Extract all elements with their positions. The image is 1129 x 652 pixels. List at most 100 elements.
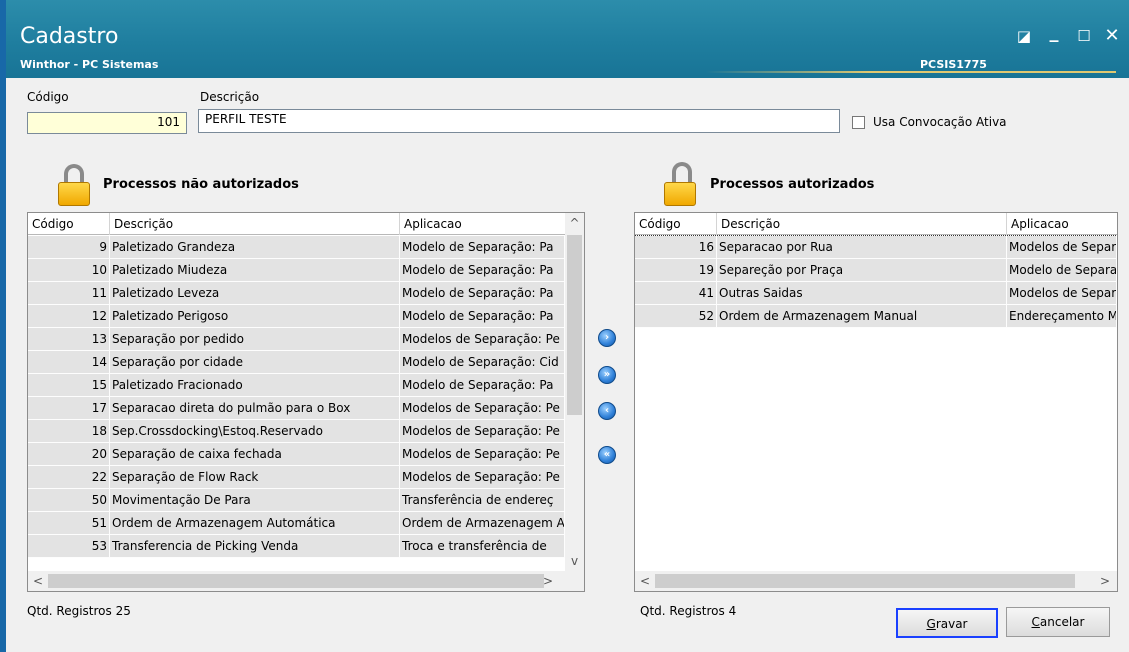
col-codigo[interactable]: Código [28, 213, 110, 235]
cell-desc: Transferencia de Picking Venda [110, 535, 400, 557]
table-row[interactable]: 50 Movimentação De Para Transferência de e… [28, 489, 565, 512]
cell-code: 52 [635, 305, 717, 327]
cell-code: 9 [28, 236, 110, 258]
cell-code: 15 [28, 374, 110, 396]
col-descricao[interactable]: Descrição [717, 213, 1007, 235]
lock-closed-icon [56, 162, 92, 208]
program-code: PCSIS1775 [920, 58, 987, 71]
cell-app: Modelo de Separação: Pa [400, 305, 565, 327]
cell-desc: Movimentação De Para [110, 489, 400, 511]
col-codigo[interactable]: Código [635, 213, 717, 235]
col-aplicacao[interactable]: Aplicacao [400, 213, 565, 235]
right-horizontal-scrollbar[interactable]: < > [635, 571, 1117, 591]
codigo-field[interactable]: 101 [27, 112, 187, 134]
cell-app: Modelo de Separação: Pa [400, 259, 565, 281]
scroll-down-icon[interactable]: v [565, 553, 584, 569]
left-grid-header: Código Descrição Aplicacao [28, 213, 565, 235]
cell-code: 13 [28, 328, 110, 350]
table-row[interactable]: 53 Transferencia de Picking Venda Troca e … [28, 535, 565, 558]
scroll-left-icon[interactable]: < [30, 573, 46, 589]
cell-desc: Separação por cidade [110, 351, 400, 373]
cell-code: 10 [28, 259, 110, 281]
table-row[interactable]: 10 Paletizado Miudeza Modelo de Separação:… [28, 259, 565, 282]
cell-app: Modelos de Separa [1007, 282, 1117, 304]
cell-desc: Paletizado Grandeza [110, 236, 400, 258]
table-row[interactable]: 20 Separação de caixa fechada Modelos de S… [28, 443, 565, 466]
cancelar-label: ancelar [1039, 615, 1085, 629]
cell-app: Modelo de Separação: Pa [400, 374, 565, 396]
cell-desc: Separação por pedido [110, 328, 400, 350]
left-grid[interactable]: Código Descrição Aplicacao 9 Paletizado G… [27, 212, 585, 592]
maximize-icon[interactable]: ☐ [1072, 24, 1096, 48]
cell-desc: Separeção por Praça [717, 259, 1007, 281]
scroll-left-icon[interactable]: < [637, 573, 653, 589]
right-section-title: Processos autorizados [710, 177, 875, 192]
gravar-button[interactable]: Gravar [896, 608, 998, 638]
cell-code: 14 [28, 351, 110, 373]
cell-code: 11 [28, 282, 110, 304]
left-vertical-scrollbar[interactable]: ^ v [565, 213, 584, 571]
usa-convocacao-label: Usa Convocação Ativa [873, 115, 1007, 129]
cell-app: Modelos de Separação: Pe [400, 420, 565, 442]
gravar-mnemonic: G [926, 617, 936, 631]
window-left-border [0, 0, 6, 652]
cell-code: 51 [28, 512, 110, 534]
table-row[interactable]: 17 Separacao direta do pulmão para o Box M… [28, 397, 565, 420]
move-all-right-button[interactable]: » [596, 364, 618, 386]
cancelar-button[interactable]: Cancelar [1006, 607, 1110, 637]
minimize-icon[interactable]: _ [1042, 24, 1066, 48]
cell-desc: Separacao por Rua [717, 236, 1007, 258]
scroll-right-icon[interactable]: > [1097, 573, 1113, 589]
table-row[interactable]: 11 Paletizado Leveza Modelo de Separação: … [28, 282, 565, 305]
move-left-button[interactable]: ‹ [596, 400, 618, 422]
descricao-field[interactable]: PERFIL TESTE [198, 109, 840, 133]
right-grid[interactable]: Código Descrição Aplicacao 16 Separacao p… [634, 212, 1118, 592]
left-horizontal-scroll-thumb[interactable] [48, 574, 544, 588]
table-row[interactable]: 51 Ordem de Armazenagem Automática Ordem d… [28, 512, 565, 535]
restore-icon[interactable]: ◪ [1012, 24, 1036, 48]
cell-code: 12 [28, 305, 110, 327]
table-row[interactable]: 22 Separação de Flow Rack Modelos de Separ… [28, 466, 565, 489]
table-row[interactable]: 16 Separacao por Rua Modelos de Separa [635, 235, 1117, 260]
table-row[interactable]: 18 Sep.Crossdocking\Estoq.Reservado Modelo… [28, 420, 565, 443]
col-aplicacao[interactable]: Aplicacao [1007, 213, 1117, 235]
cell-desc: Paletizado Miudeza [110, 259, 400, 281]
left-vertical-scroll-thumb[interactable] [567, 235, 582, 415]
cell-app: Modelos de Separação: Pe [400, 466, 565, 488]
table-row[interactable]: 13 Separação por pedido Modelos de Separaç… [28, 328, 565, 351]
table-row[interactable]: 9 Paletizado Grandeza Modelo de Separação:… [28, 236, 565, 259]
cell-app: Modelo de Separa [1007, 259, 1117, 281]
cell-app: Modelos de Separação: Pe [400, 328, 565, 350]
cell-app: Troca e transferência de [400, 535, 565, 557]
title-accent-line [706, 71, 1116, 73]
cell-code: 20 [28, 443, 110, 465]
cell-code: 41 [635, 282, 717, 304]
move-right-icon: › [598, 329, 616, 347]
move-all-right-icon: » [598, 366, 616, 384]
cell-app: Modelos de Separa [1007, 236, 1117, 258]
cell-app: Modelos de Separação: Pe [400, 443, 565, 465]
cell-app: Modelo de Separação: Pa [400, 236, 565, 258]
col-descricao[interactable]: Descrição [110, 213, 400, 235]
cell-code: 16 [635, 236, 717, 258]
table-row[interactable]: 52 Ordem de Armazenagem Manual Endereçamen… [635, 305, 1117, 328]
table-row[interactable]: 12 Paletizado Perigoso Modelo de Separação… [28, 305, 565, 328]
title-bar: Cadastro Winthor - PC Sistemas PCSIS1775… [6, 0, 1129, 78]
usa-convocacao-checkbox[interactable] [852, 116, 865, 129]
move-all-left-button[interactable]: « [596, 444, 618, 466]
cell-desc: Separação de caixa fechada [110, 443, 400, 465]
table-row[interactable]: 15 Paletizado Fracionado Modelo de Separaç… [28, 374, 565, 397]
left-horizontal-scrollbar[interactable]: < > [28, 571, 584, 591]
cell-desc: Separacao direta do pulmão para o Box [110, 397, 400, 419]
table-row[interactable]: 19 Separeção por Praça Modelo de Separa [635, 259, 1117, 282]
cell-code: 53 [28, 535, 110, 557]
table-row[interactable]: 14 Separação por cidade Modelo de Separaçã… [28, 351, 565, 374]
left-section-title: Processos não autorizados [103, 177, 299, 192]
cell-code: 50 [28, 489, 110, 511]
scroll-right-icon[interactable]: > [540, 573, 556, 589]
right-horizontal-scroll-thumb[interactable] [655, 574, 1075, 588]
scroll-up-icon[interactable]: ^ [565, 215, 584, 231]
table-row[interactable]: 41 Outras Saidas Modelos de Separa [635, 282, 1117, 305]
close-icon[interactable]: ✕ [1100, 24, 1124, 48]
move-right-button[interactable]: › [596, 327, 618, 349]
